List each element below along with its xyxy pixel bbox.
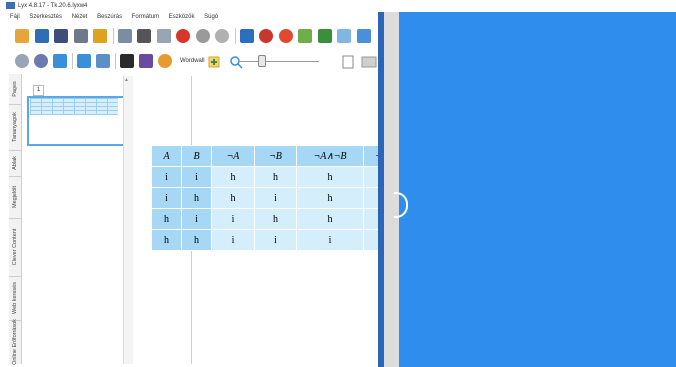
screen-icon[interactable]: [361, 55, 377, 69]
wordwall-label[interactable]: Wordwall: [180, 58, 205, 64]
record-icon[interactable]: [34, 54, 48, 68]
table-row: i h h i h: [151, 187, 394, 209]
truth-table[interactable]: A B ¬A ¬B ¬A∧¬B ¬ i i h h h i h h i h h …: [151, 145, 394, 251]
table-cell: h: [151, 229, 182, 251]
save-icon[interactable]: [54, 29, 68, 43]
menu-bar: Fájl Szerkesztés Nézet Beszúrás Formátum…: [10, 12, 380, 23]
table-cell: i: [254, 187, 297, 209]
table-cell: i: [254, 229, 297, 251]
award-icon[interactable]: [259, 29, 273, 43]
table-header-cell: ¬A: [211, 145, 255, 167]
redo-icon[interactable]: [215, 29, 229, 43]
table-cell: i: [296, 229, 364, 251]
tab-ablak[interactable]: Ablak: [9, 150, 21, 177]
window-title: Lyx 4.8.17 - Tk.20.6.lyxw4: [18, 3, 88, 9]
table-row: h h i i i: [151, 229, 394, 251]
page-view-icon[interactable]: [356, 29, 371, 43]
table-cell: h: [181, 187, 212, 209]
toolbar-separator: [112, 28, 114, 44]
table-cell: i: [181, 166, 212, 188]
menu-view[interactable]: Nézet: [72, 14, 88, 20]
tab-megjelolt[interactable]: Megjelölt: [9, 176, 21, 219]
table-cell: h: [151, 208, 182, 230]
undo-icon[interactable]: [195, 29, 210, 43]
thumbnail-table-preview: [30, 98, 118, 115]
cancel-icon[interactable]: [176, 29, 190, 43]
table-cell: i: [181, 208, 212, 230]
menu-tools[interactable]: Eszközök: [169, 14, 195, 20]
note-icon[interactable]: [298, 29, 312, 43]
table-cell: h: [296, 187, 364, 209]
tab-tananyagok[interactable]: Tananyagok: [9, 104, 21, 151]
copy-icon[interactable]: [117, 29, 132, 43]
table-cell: h: [181, 229, 212, 251]
arrow-right-icon[interactable]: [77, 54, 91, 68]
side-tab-strip: Pages Tananyagok Ablak Megjelölt Clever …: [9, 74, 22, 365]
check-icon[interactable]: [317, 29, 332, 43]
table-header-cell: A: [151, 145, 182, 167]
tab-online-resources[interactable]: Online Erőforrások: [9, 319, 21, 365]
page-number: 1: [33, 85, 44, 96]
pages-scrollbar[interactable]: [123, 76, 133, 364]
scroll-up-icon[interactable]: ▲: [124, 77, 129, 83]
toolbar-separator: [234, 28, 236, 44]
tab-web-search[interactable]: Web keresés: [9, 276, 21, 321]
table-row: i i h h h: [151, 166, 394, 188]
menu-edit[interactable]: Szerkesztés: [29, 14, 62, 20]
table-cell: i: [151, 187, 182, 209]
table-cell: h: [296, 166, 364, 188]
menu-help[interactable]: Súgó: [204, 14, 218, 20]
zoom-slider-knob[interactable]: [258, 55, 266, 67]
table-header-row: A B ¬A ¬B ¬A∧¬B ¬: [151, 145, 394, 167]
table-cell: i: [211, 208, 255, 230]
tab-pages[interactable]: Pages: [9, 74, 21, 105]
table-header-cell: ¬B: [254, 145, 297, 167]
print-icon[interactable]: [73, 29, 88, 43]
menu-format[interactable]: Formátum: [132, 14, 159, 20]
table-cell: h: [211, 166, 255, 188]
cursor-icon[interactable]: [53, 54, 67, 68]
open-book-icon[interactable]: [34, 29, 49, 43]
tab-clever-content[interactable]: Clever Content: [9, 218, 21, 277]
menu-file[interactable]: Fájl: [10, 14, 20, 20]
new-document-icon[interactable]: [15, 29, 29, 43]
table-cell: h: [254, 166, 297, 188]
toolbar-separator: [72, 53, 73, 69]
split-divider[interactable]: [384, 12, 399, 367]
add-page-icon[interactable]: [207, 55, 221, 69]
toolbar-separator: [115, 53, 116, 69]
menu-insert[interactable]: Beszúrás: [97, 14, 122, 20]
paste-icon[interactable]: [156, 29, 171, 43]
calculator-icon[interactable]: [96, 54, 110, 68]
globe-icon[interactable]: [158, 54, 172, 68]
app-icon: [6, 1, 15, 9]
lock-icon[interactable]: [93, 29, 107, 43]
table-cell: h: [296, 208, 364, 230]
blue-overlay-pane: [399, 12, 676, 367]
cut-icon[interactable]: [137, 29, 151, 43]
table-cell: i: [211, 229, 255, 251]
main-toolbar: [9, 25, 380, 47]
clock-icon[interactable]: [278, 29, 293, 43]
zoom-icon[interactable]: [229, 55, 243, 69]
table-row: h i i h h: [151, 208, 394, 230]
frame-icon[interactable]: [337, 29, 351, 43]
table-header-cell: ¬A∧¬B: [296, 145, 364, 167]
keyboard-icon[interactable]: [120, 54, 134, 68]
table-cell: h: [211, 187, 255, 209]
circle-icon[interactable]: [15, 54, 29, 68]
puzzle-icon[interactable]: [239, 29, 254, 43]
window-title-bar: Lyx 4.8.17 - Tk.20.6.lyxw4: [6, 0, 380, 12]
zoom-slider[interactable]: [239, 61, 319, 62]
table-header-cell: B: [181, 145, 212, 167]
group-icon[interactable]: [139, 54, 153, 68]
table-cell: i: [151, 166, 182, 188]
table-cell: h: [254, 208, 297, 230]
page-icon[interactable]: [342, 55, 354, 69]
